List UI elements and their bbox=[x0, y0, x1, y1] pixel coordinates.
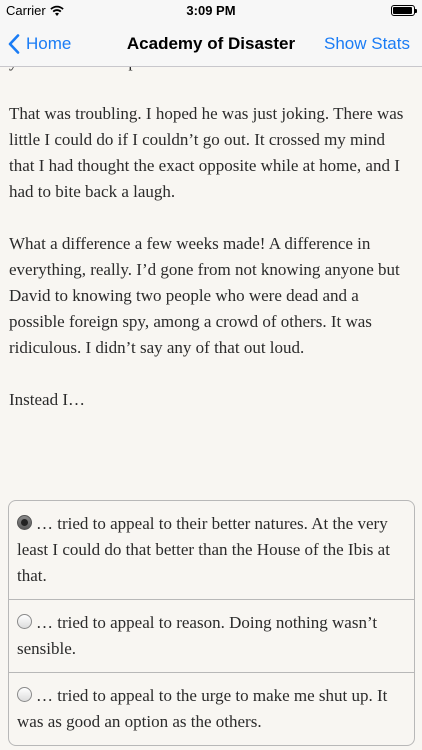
story-paragraph: you’re on an escape risk list.” bbox=[9, 67, 413, 75]
choice-list: … tried to appeal to their better nature… bbox=[8, 500, 415, 746]
story-text: you’re on an escape risk list.” That was… bbox=[0, 67, 422, 439]
story-paragraph: That was troubling. I hoped he was just … bbox=[9, 104, 404, 201]
story-view[interactable]: you’re on an escape risk list.” That was… bbox=[0, 67, 422, 750]
choice-text: … tried to appeal to their better nature… bbox=[17, 514, 390, 585]
choice-text: … tried to appeal to the urge to make me… bbox=[17, 686, 388, 731]
choice-option[interactable]: … tried to appeal to their better nature… bbox=[9, 501, 414, 600]
story-paragraph: What a difference a few weeks made! A di… bbox=[9, 234, 400, 357]
choice-text: … tried to appeal to reason. Doing nothi… bbox=[17, 613, 378, 658]
battery-level bbox=[393, 7, 412, 14]
show-stats-button[interactable]: Show Stats bbox=[324, 22, 410, 66]
radio-button[interactable] bbox=[17, 515, 32, 530]
back-label: Home bbox=[26, 34, 72, 53]
story-paragraph: Instead I… bbox=[9, 390, 86, 409]
radio-button[interactable] bbox=[17, 687, 32, 702]
battery-icon bbox=[391, 5, 417, 16]
choice-option[interactable]: … tried to appeal to the urge to make me… bbox=[9, 673, 414, 745]
radio-button[interactable] bbox=[17, 614, 32, 629]
navigation-bar: Home Academy of Disaster Show Stats bbox=[0, 22, 422, 67]
status-bar: Carrier 3:09 PM bbox=[0, 0, 422, 22]
home-back-button[interactable]: Home bbox=[8, 22, 71, 66]
chevron-left-icon bbox=[8, 34, 20, 54]
clock: 3:09 PM bbox=[186, 3, 236, 18]
choice-option[interactable]: … tried to appeal to reason. Doing nothi… bbox=[9, 600, 414, 673]
